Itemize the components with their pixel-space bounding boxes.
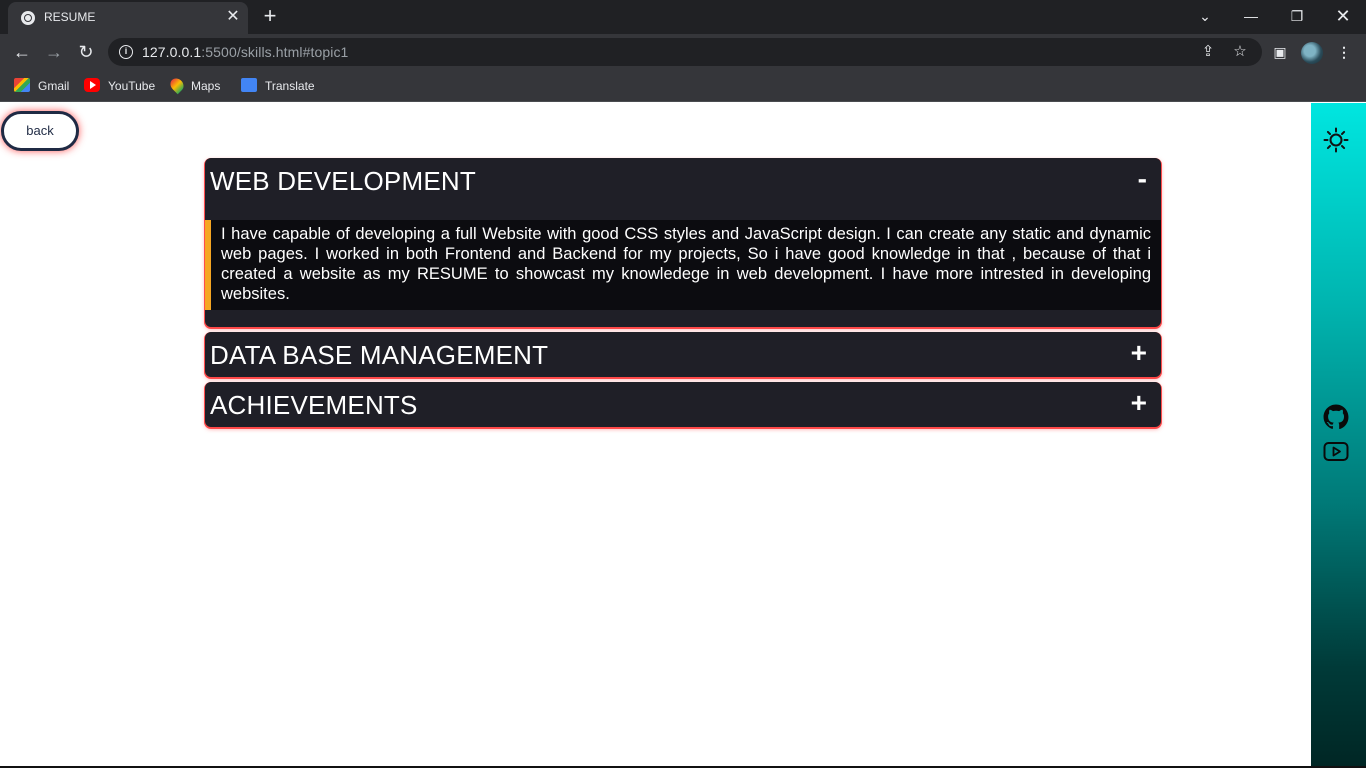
bookmark-label: YouTube <box>108 79 156 93</box>
browser-toolbar: ← → ↻ i 127.0.0.1:5500/skills.html#topic… <box>0 34 1366 70</box>
expand-icon[interactable]: + <box>1131 389 1147 417</box>
tab-search-chevron-icon[interactable]: ⌄ <box>1182 0 1228 32</box>
bookmark-label: Translate <box>265 79 315 93</box>
bookmark-translate[interactable]: Translate <box>241 76 315 96</box>
page-content: back WEB DEVELOPMENT - I have capable of… <box>0 103 1366 768</box>
bookmark-youtube[interactable]: YouTube <box>84 76 155 96</box>
bookmark-maps[interactable]: Maps <box>167 75 221 96</box>
bookmark-label: Maps <box>191 79 221 93</box>
profile-avatar[interactable] <box>1301 42 1323 64</box>
tab-title: RESUME <box>44 10 96 24</box>
accordion-header[interactable]: WEB DEVELOPMENT - <box>205 158 1161 220</box>
bookmark-gmail[interactable]: Gmail <box>14 76 69 96</box>
accordion-body-text: I have capable of developing a full Webs… <box>221 225 1151 303</box>
side-panel-icon[interactable]: ▣ <box>1270 42 1290 62</box>
bookmark-label: Gmail <box>38 79 70 93</box>
browser-tab-strip: RESUME ✕ + ⌄ — ❐ ✕ <box>0 0 1366 34</box>
new-tab-button[interactable]: + <box>258 4 282 28</box>
accordion-database-management: DATA BASE MANAGEMENT + <box>205 332 1161 377</box>
tab-close-icon[interactable]: ✕ <box>224 8 242 26</box>
minimize-button[interactable]: — <box>1228 0 1274 32</box>
url-path: :5500/skills.html#topic1 <box>201 44 349 60</box>
right-sidebar <box>1311 103 1366 768</box>
github-icon[interactable] <box>1323 404 1349 430</box>
accordion-title: WEB DEVELOPMENT <box>210 166 476 196</box>
accordion-title: DATA BASE MANAGEMENT <box>210 340 549 370</box>
maps-icon <box>167 75 187 95</box>
youtube-icon[interactable] <box>1323 441 1349 463</box>
browser-tab[interactable]: RESUME ✕ <box>8 2 248 34</box>
collapse-icon[interactable]: - <box>1138 165 1147 193</box>
restore-button[interactable]: ❐ <box>1274 0 1320 32</box>
accordion-title: ACHIEVEMENTS <box>210 390 418 420</box>
share-icon[interactable]: ⇪ <box>1198 42 1218 62</box>
expand-icon[interactable]: + <box>1131 339 1147 367</box>
accordion-header[interactable]: DATA BASE MANAGEMENT + <box>205 332 1161 377</box>
accordion-achievements: ACHIEVEMENTS + <box>205 382 1161 427</box>
accordion-web-development: WEB DEVELOPMENT - I have capable of deve… <box>205 158 1161 327</box>
window-close-button[interactable]: ✕ <box>1320 0 1366 32</box>
back-button[interactable]: back <box>1 111 79 151</box>
accordion-body: I have capable of developing a full Webs… <box>205 220 1161 310</box>
gmail-icon <box>14 78 30 92</box>
kebab-menu-icon[interactable]: ⋮ <box>1334 42 1354 62</box>
bookmark-star-icon[interactable]: ☆ <box>1230 42 1250 62</box>
reload-icon[interactable]: ↻ <box>72 38 100 66</box>
address-bar[interactable]: i 127.0.0.1:5500/skills.html#topic1 ⇪ ☆ <box>108 38 1262 66</box>
back-arrow-icon[interactable]: ← <box>8 38 36 66</box>
accordion-header[interactable]: ACHIEVEMENTS + <box>205 382 1161 427</box>
translate-icon <box>241 78 257 92</box>
site-info-icon[interactable]: i <box>119 45 133 59</box>
bookmarks-bar: Gmail YouTube Maps Translate <box>0 70 1366 102</box>
forward-arrow-icon[interactable]: → <box>40 38 68 66</box>
url-host: 127.0.0.1 <box>142 44 202 60</box>
youtube-icon <box>84 78 100 92</box>
sun-icon[interactable] <box>1323 127 1349 153</box>
url-text[interactable]: 127.0.0.1:5500/skills.html#topic1 <box>142 44 348 60</box>
globe-icon <box>21 11 35 25</box>
